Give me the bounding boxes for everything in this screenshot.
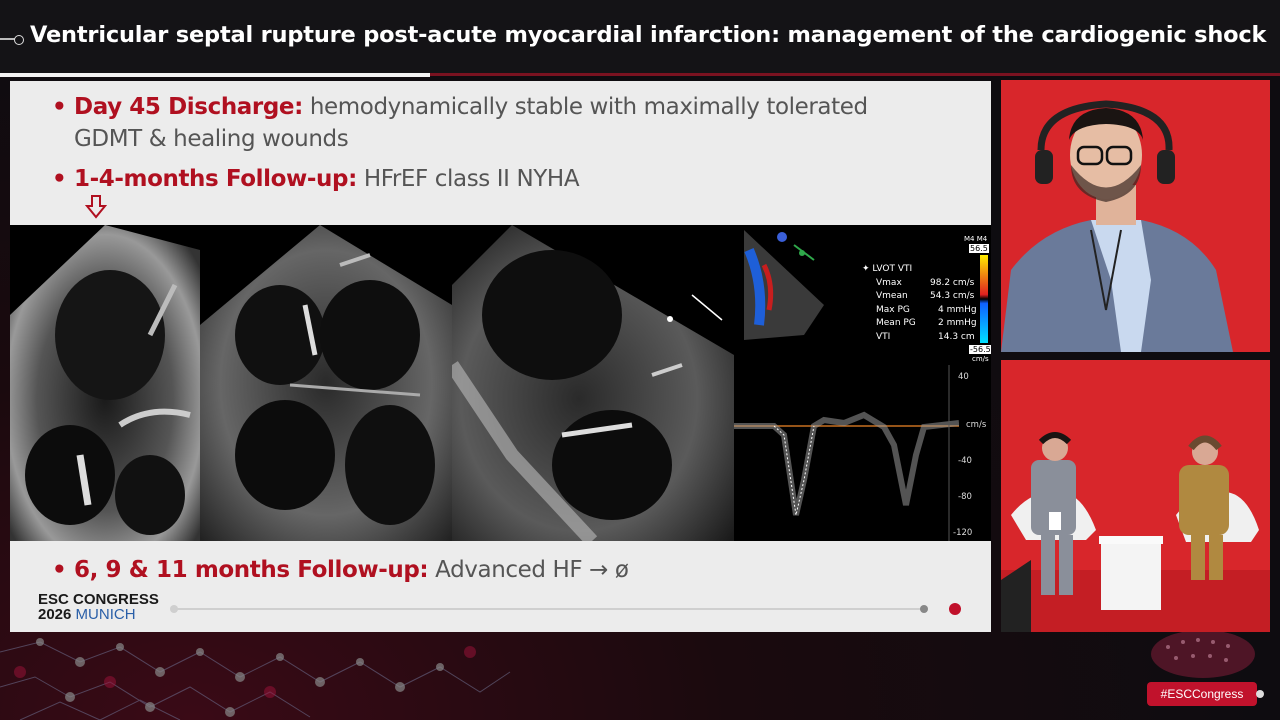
speaker-video-feed: [1001, 80, 1270, 352]
measurement-row: VTI 14.3 cm: [876, 331, 975, 342]
bullet-label: Day 45 Discharge:: [74, 94, 303, 120]
scale-unit-label: cm/s: [972, 355, 989, 363]
stage-video-feed: [1001, 360, 1270, 632]
measurement-row: Mean PG 2 mmHg: [876, 318, 977, 328]
progress-start-dot: [170, 605, 178, 613]
bullet-followup-advanced: • 6, 9 & 11 months Follow-up: Advanced H…: [50, 554, 629, 586]
doppler-measurements: ✦ LVOT VTI Vmax 98.2 cm/s Vmean 54.3 cm/…: [862, 263, 977, 344]
decorative-sphere-graphic: [1151, 632, 1255, 678]
axis-tick: cm/s: [966, 420, 987, 430]
title-marker-icon: [0, 34, 24, 45]
axis-tick: -80: [958, 492, 972, 502]
echo-image-2: [200, 225, 452, 541]
stage-image: [1001, 360, 1270, 632]
bullet-glyph: •: [52, 557, 67, 583]
hashtag-dot: [1256, 690, 1264, 698]
spectral-doppler-trace: [734, 365, 959, 541]
bullet-text: HFrEF class II NYHA: [363, 166, 580, 192]
echo-image-1: [10, 225, 200, 541]
decorative-network-graphic: [0, 638, 511, 720]
doppler-label: ✦ LVOT VTI: [862, 264, 913, 274]
esc-congress-logo: ESC CONGRESS 2026 MUNICH: [38, 591, 159, 623]
bullet-label: 1-4-months Follow-up:: [74, 166, 357, 192]
color-scale-bar: [980, 255, 988, 343]
scale-min-label: -56.5: [969, 345, 991, 354]
page-title: Ventricular septal rupture post-acute my…: [30, 22, 1267, 48]
speaker-image: [1001, 80, 1270, 352]
title-bar: Ventricular septal rupture post-acute my…: [0, 0, 1280, 77]
scale-max-label: 56.5: [969, 244, 989, 253]
hashtag-badge: #ESCCongress: [1147, 682, 1257, 706]
bullet-glyph: •: [52, 166, 67, 192]
bullet-text-cont: GDMT & healing wounds: [74, 126, 349, 152]
scale-top-label: M4 M4: [964, 235, 988, 243]
echocardiogram-strip: ✦ LVOT VTI Vmax 98.2 cm/s Vmean 54.3 cm/…: [10, 225, 991, 541]
color-doppler-sector: [744, 230, 824, 340]
axis-tick: -120: [953, 528, 973, 538]
measurement-row: Max PG 4 mmHg: [876, 304, 977, 315]
slide-progress-bar: [170, 603, 970, 615]
bullet-glyph: •: [52, 94, 67, 120]
bullet-label: 6, 9 & 11 months Follow-up:: [74, 557, 429, 583]
axis-tick: -40: [958, 456, 972, 466]
down-arrow-icon: [84, 195, 108, 219]
presentation-slide: • Day 45 Discharge: hemodynamically stab…: [10, 81, 991, 632]
bullet-text: Advanced HF → ø: [435, 557, 629, 583]
measurement-row: Vmax 98.2 cm/s: [876, 277, 975, 288]
title-accent-line: [0, 73, 430, 77]
measurement-row: Vmean 54.3 cm/s: [876, 291, 975, 301]
progress-marker-dot: [920, 605, 928, 613]
bullet-text: hemodynamically stable with maximally to…: [309, 94, 868, 120]
progress-current-dot: [949, 603, 961, 615]
axis-tick: 40: [958, 372, 969, 382]
bullet-discharge: • Day 45 Discharge: hemodynamically stab…: [50, 91, 950, 155]
bullet-list: • Day 45 Discharge: hemodynamically stab…: [50, 91, 950, 195]
doppler-panel: ✦ LVOT VTI Vmax 98.2 cm/s Vmean 54.3 cm/…: [734, 225, 991, 541]
echo-image-3: [452, 225, 734, 541]
progress-track: [174, 608, 924, 610]
bullet-followup-1-4: • 1-4-months Follow-up: HFrEF class II N…: [50, 163, 950, 195]
